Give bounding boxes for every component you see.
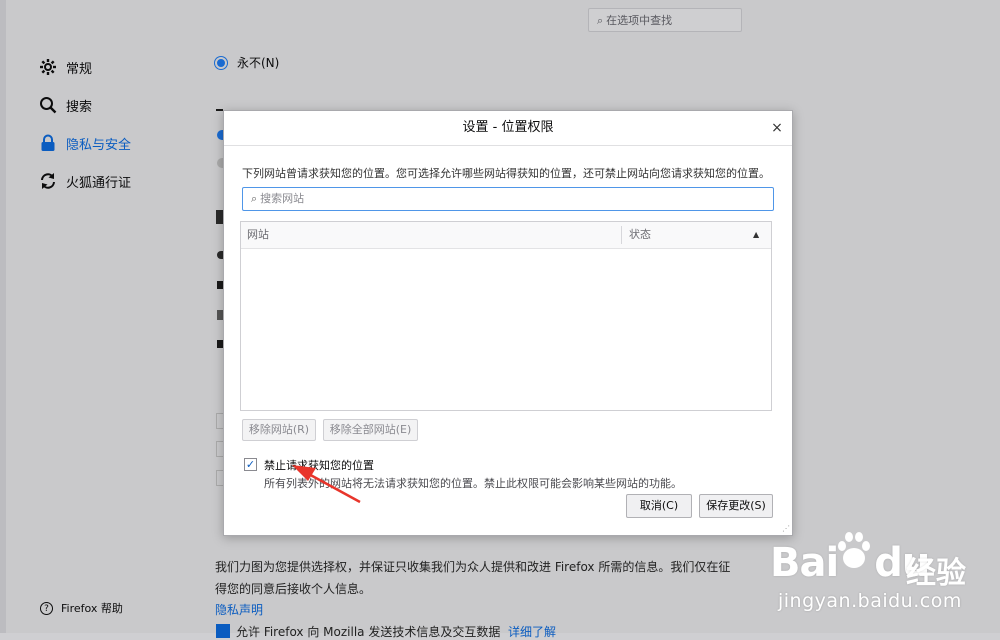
baidu-paw-icon	[838, 532, 870, 568]
baidu-jingyan-watermark: Bai du 经验 jingyan.baidu.com	[770, 530, 990, 630]
watermark-url: jingyan.baidu.com	[778, 590, 962, 612]
watermark-jingyan: 经验	[906, 556, 966, 591]
